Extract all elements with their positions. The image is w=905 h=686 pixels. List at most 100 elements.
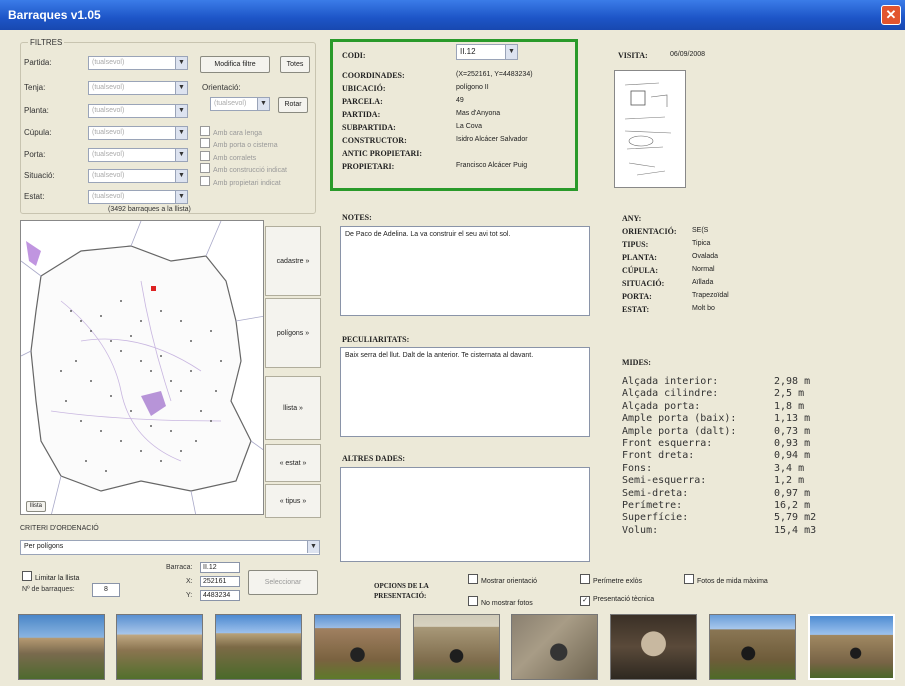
- measure-value: 3,4 m: [774, 462, 805, 474]
- orientation-label: Orientació:: [202, 83, 241, 92]
- show-orientation-checkbox[interactable]: Mostrar orientació: [468, 574, 537, 585]
- close-button[interactable]: ✕: [881, 5, 901, 25]
- title-bar: Barraques v1.05 ✕: [0, 0, 905, 30]
- filter-planta-select[interactable]: (tualsevol) ▼: [88, 104, 188, 118]
- chevron-down-icon: ▼: [505, 45, 517, 59]
- photo-thumbnail[interactable]: [709, 614, 796, 680]
- chevron-down-icon: ▼: [175, 57, 187, 69]
- field-value-constructor: Isidro Alcácer Salvador: [456, 136, 528, 143]
- no-photos-checkbox[interactable]: No mostrar fotos: [468, 596, 533, 607]
- list-small-button[interactable]: llista: [26, 501, 46, 512]
- presentation-label-2: PRESENTACIÓ:: [374, 592, 427, 600]
- field-value-parcela: 49: [456, 97, 464, 104]
- perimeter-checkbox[interactable]: Perímetre exlòs: [580, 574, 642, 585]
- check-porta-cisterna[interactable]: Amb porta o cisterna: [200, 138, 278, 149]
- field-value-ubicacio: polígono II: [456, 84, 489, 91]
- measure-row: Semi-esquerra:: [622, 475, 706, 487]
- measure-value: 0,93 m: [774, 438, 811, 449]
- cadastre-button[interactable]: cadastre »: [265, 226, 321, 296]
- measure-value: 0,73 m: [774, 425, 811, 437]
- filter-partida-value: (tualsevol): [92, 59, 125, 66]
- peculiar-label: PECULIARITATS:: [342, 335, 410, 344]
- filter-tenja-select[interactable]: (tualsevol) ▼: [88, 81, 188, 95]
- photo-thumbnail[interactable]: [18, 614, 105, 680]
- photo-thumbnail[interactable]: [215, 614, 302, 680]
- poligons-button[interactable]: polígons »: [265, 298, 321, 368]
- attr-label-cupula: CÚPULA:: [622, 266, 658, 275]
- tipus-button[interactable]: « tipus »: [265, 484, 321, 518]
- technical-checkbox[interactable]: Presentació tècnica: [580, 596, 654, 606]
- map-svg: [21, 221, 263, 514]
- peculiar-textarea[interactable]: Baix serra del llut. Dalt de la anterior…: [340, 347, 590, 437]
- modify-filter-button[interactable]: Modifica filtre: [200, 56, 270, 73]
- barraca-input[interactable]: II.12: [200, 562, 240, 573]
- max-photos-checkbox[interactable]: Fotos de mida màxima: [684, 574, 768, 585]
- window-title: Barraques v1.05: [8, 8, 101, 22]
- all-button[interactable]: Totes: [280, 56, 310, 73]
- attr-label-estat: ESTAT:: [622, 305, 650, 314]
- select-button[interactable]: Seleccionar: [248, 570, 318, 595]
- map-view[interactable]: [20, 220, 264, 515]
- filter-cupula-select[interactable]: (tualsevol) ▼: [88, 126, 188, 140]
- sketch-drawing: [624, 82, 672, 176]
- filter-label-porta: Porta:: [24, 150, 46, 159]
- photo-thumbnail[interactable]: [413, 614, 500, 680]
- filter-situacio-value: (tualsevol): [92, 172, 125, 179]
- measure-value: 15,4 m3: [774, 524, 817, 536]
- check-construccio[interactable]: Amb construcció indicat: [200, 163, 287, 174]
- attr-label-situacio: SITUACIÓ:: [622, 279, 665, 288]
- filter-label-estat: Estat:: [24, 192, 45, 201]
- limit-list-checkbox[interactable]: Limitar la llista: [22, 571, 79, 582]
- count-value: 8: [104, 586, 108, 593]
- field-label-constructor: CONSTRUCTOR:: [342, 136, 407, 145]
- measure-value: 1,13 m: [774, 413, 811, 425]
- field-value-propietari: Francisco Alcácer Puig: [456, 162, 528, 169]
- presentation-label-1: OPCIONS DE LA: [374, 582, 429, 590]
- chevron-down-icon: ▼: [175, 105, 187, 117]
- measure-name: Ample porta (baix):: [622, 413, 737, 425]
- photo-thumbnail[interactable]: [314, 614, 401, 680]
- other-data-textarea[interactable]: [340, 467, 590, 562]
- orientation-select[interactable]: (tualsevol) ▼: [210, 97, 270, 111]
- barraca-value: II.12: [203, 564, 217, 571]
- photo-thumbnail[interactable]: [116, 614, 203, 680]
- other-data-label: ALTRES DADES:: [342, 454, 406, 463]
- filter-label-situacio: Situació:: [24, 171, 55, 180]
- photo-thumbnail[interactable]: [511, 614, 598, 680]
- measure-row: Front esquerra:: [622, 438, 712, 450]
- peculiar-text: Baix serra del llut. Dalt de la anterior…: [345, 352, 534, 359]
- sort-select[interactable]: Per polígons ▼: [20, 540, 320, 555]
- filter-situacio-select[interactable]: (tualsevol) ▼: [88, 169, 188, 183]
- measure-name: Superfície:: [622, 512, 689, 524]
- attr-label-planta: PLANTA:: [622, 253, 657, 262]
- check-cara-lenga[interactable]: Amb cara lenga: [200, 126, 262, 137]
- notes-textarea[interactable]: De Paco de Adelina. La va construir el s…: [340, 226, 590, 316]
- attr-value-porta: Trapezoïdal: [692, 292, 729, 299]
- y-input[interactable]: 4483234: [200, 590, 240, 601]
- check-corralets[interactable]: Amb corralets: [200, 151, 256, 162]
- chevron-down-icon: ▼: [175, 82, 187, 94]
- filter-estat-select[interactable]: (tualsevol) ▼: [88, 190, 188, 204]
- barraca-label: Barraca:: [166, 564, 193, 571]
- field-value-partida: Mas d'Anyona: [456, 110, 501, 117]
- x-input[interactable]: 252161: [200, 576, 240, 587]
- filter-partida-select[interactable]: (tualsevol) ▼: [88, 56, 188, 70]
- rotate-button[interactable]: Rotar: [278, 97, 308, 113]
- code-select[interactable]: II.12 ▼: [456, 44, 518, 60]
- photo-thumbnail[interactable]: [808, 614, 895, 680]
- notes-text: De Paco de Adelina. La va construir el s…: [345, 231, 511, 238]
- llista-map-button[interactable]: llista »: [265, 376, 321, 440]
- filter-planta-value: (tualsevol): [92, 107, 125, 114]
- check-propietari[interactable]: Amb propietari indicat: [200, 176, 281, 187]
- filter-porta-select[interactable]: (tualsevol) ▼: [88, 148, 188, 162]
- chevron-down-icon: ▼: [175, 170, 187, 182]
- y-label: Y:: [186, 592, 193, 599]
- count-input[interactable]: 8: [92, 583, 120, 597]
- close-icon: ✕: [885, 7, 897, 22]
- photo-thumbnail[interactable]: [610, 614, 697, 680]
- measure-name: Semi-esquerra:: [622, 475, 707, 487]
- chevron-down-icon: ▼: [307, 541, 319, 553]
- visit-date: 06/09/2008: [670, 51, 706, 58]
- sketch-thumbnail[interactable]: [614, 70, 686, 188]
- estat-button[interactable]: « estat »: [265, 444, 321, 482]
